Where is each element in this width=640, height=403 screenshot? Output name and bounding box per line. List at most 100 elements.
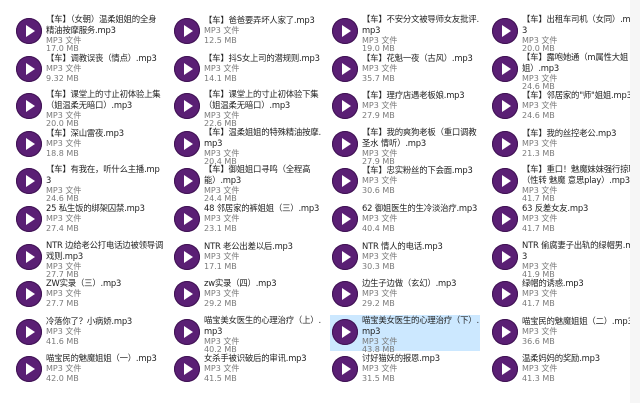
- file-type: MP3 文件: [362, 364, 398, 374]
- file-name: NTR 偷腐妻子出轨的绿帽男.mp3: [522, 239, 639, 261]
- file-type: MP3 文件: [46, 289, 82, 299]
- audio-play-icon: [174, 243, 200, 270]
- file-name: ZW实录（三）.mp3: [46, 278, 122, 289]
- file-item[interactable]: zw实录（四）.mp3 MP3 文件 29.2 MB: [172, 277, 322, 313]
- file-item[interactable]: 【车】深山雷夜.mp3 MP3 文件 18.8 MB: [14, 127, 164, 163]
- file-item[interactable]: 【车】不安分文被导师女友批评.mp3 MP3 文件 19.0 MB: [330, 14, 480, 53]
- file-item[interactable]: NTR 边给老公打电话边被领导调戏则.mp3 MP3 文件 27.7 MB: [14, 240, 164, 279]
- file-item[interactable]: 【车】出租车司机（女同）.mp3 MP3 文件 20.0 MB: [490, 14, 640, 53]
- file-item[interactable]: 【车】花魁一夜（古风）.mp3 MP3 文件 35.7 MB: [330, 52, 480, 88]
- file-item[interactable]: 【车】我的丝控老公.mp3 MP3 文件 21.3 MB: [490, 127, 640, 163]
- file-size: 35.7 MB: [362, 73, 395, 83]
- audio-play-icon: [16, 55, 42, 82]
- file-item[interactable]: 讨好猫妖的报恩.mp3 MP3 文件 31.5 MB: [330, 352, 480, 388]
- file-type: MP3 文件: [46, 364, 82, 374]
- file-item[interactable]: 绿帽的诱惑.mp3 MP3 文件 41.7 MB: [490, 277, 640, 313]
- file-item[interactable]: 【车】（女朝）温柔姐姐的全身精油按摩服务.mp3 MP3 文件 17.0 MB: [14, 14, 164, 53]
- audio-play-icon: [332, 318, 358, 345]
- audio-play-icon: [16, 281, 42, 308]
- file-item[interactable]: 【车】爸爸要弄坏人家了.mp3 MP3 文件 12.5 MB: [172, 14, 322, 50]
- audio-play-icon: [492, 55, 518, 82]
- file-item[interactable]: 【车】课堂上的寸止初体验上集（姐温柔无暗口）.mp3 MP3 文件 20.0 MB: [14, 89, 164, 128]
- file-item[interactable]: 【车】温柔姐姐的特殊精油按摩.mp3 MP3 文件 20.4 MB: [172, 127, 322, 166]
- file-item[interactable]: 喵宝民的魅魔姐姐（二）.mp3 MP3 文件 36.6 MB: [490, 315, 640, 351]
- audio-play-icon: [174, 55, 200, 82]
- audio-play-icon: [332, 243, 358, 270]
- file-type: MP3 文件: [204, 214, 240, 223]
- audio-play-icon: [16, 93, 42, 120]
- file-item[interactable]: 女杀手被识破后的审讯.mp3 MP3 文件 41.5 MB: [172, 352, 322, 388]
- file-size: 40.4 MB: [362, 224, 395, 233]
- audio-play-icon: [16, 168, 42, 195]
- file-size: 41.7 MB: [522, 299, 555, 309]
- file-item[interactable]: 62 御姐医生的生冷淡治疗.mp3 MP3 文件 40.4 MB: [330, 202, 480, 238]
- file-name: NTR 老公出差以后.mp3: [204, 240, 293, 251]
- file-item[interactable]: 边生子边做（玄幻）.mp3 MP3 文件 29.2 MB: [330, 277, 480, 313]
- file-item[interactable]: ZW实录（三）.mp3 MP3 文件 27.7 MB: [14, 277, 164, 313]
- file-size: 42.0 MB: [46, 374, 79, 384]
- file-item[interactable]: 温柔妈妈的奖励.mp3 MP3 文件 41.3 MB: [490, 352, 640, 388]
- file-item[interactable]: 冷落你了？小病娇.mp3 MP3 文件 41.6 MB: [14, 315, 164, 351]
- file-size: 41.3 MB: [522, 374, 555, 384]
- file-item[interactable]: NTR 老公出差以后.mp3 MP3 文件 17.1 MB: [172, 240, 322, 276]
- audio-play-icon: [16, 206, 42, 232]
- audio-play-icon: [174, 206, 200, 232]
- file-type: MP3 文件: [204, 251, 240, 261]
- audio-play-icon: [332, 55, 358, 82]
- file-item[interactable]: 【车】重口！魅魔妹妹强行掠取（性转 魅魔 意思play）.mp3 MP3 文件 41…: [490, 164, 640, 203]
- audio-play-icon: [16, 243, 42, 270]
- file-name: 48 邻居家的裤姐姐（三）.mp3: [204, 203, 320, 213]
- file-item[interactable]: 【车】课堂上的寸止初体验下集（姐温柔无暗口）.mp3 MP3 文件 22.6 MB: [172, 89, 322, 128]
- file-size: 31.5 MB: [362, 374, 395, 384]
- file-size: 23.1 MB: [204, 224, 237, 233]
- file-item[interactable]: 【车】理疗店遇老板娘.mp3 MP3 文件 27.9 MB: [330, 89, 480, 125]
- file-type: MP3 文件: [522, 101, 558, 111]
- audio-play-icon: [492, 206, 518, 232]
- file-item[interactable]: 48 邻居家的裤姐姐（三）.mp3 MP3 文件 23.1 MB: [172, 202, 322, 238]
- file-item[interactable]: 【车】有我在，听什么主播.mp3 MP3 文件 24.6 MB: [14, 164, 164, 203]
- file-type: MP3 文件: [204, 289, 240, 299]
- file-name: 25 私生饭的绑架囚禁.mp3: [46, 203, 145, 213]
- file-item[interactable]: 【车】露咆她通（m属性大姐姐）.mp3 MP3 文件 24.6 MB: [490, 52, 640, 91]
- file-type: MP3 文件: [522, 138, 558, 148]
- file-size: 29.2 MB: [362, 299, 395, 309]
- file-name: 【车】不安分文被导师女友批评.mp3: [362, 14, 479, 35]
- file-item[interactable]: NTR 情人的电话.mp3 MP3 文件 30.3 MB: [330, 240, 480, 276]
- file-name: 【车】出租车司机（女同）.mp3: [522, 14, 636, 35]
- file-item[interactable]: 【车】抖S女上司的潜规则.mp3 MP3 文件 14.1 MB: [172, 52, 322, 88]
- file-name: 【车】重口！魅魔妹妹强行掠取（性转 魅魔 意思play）.mp3: [522, 164, 637, 186]
- file-item[interactable]: 喵宝美女医生的心理治疗（下）.mp3 MP3 文件 43.8 MB: [330, 314, 480, 354]
- file-item[interactable]: 【车】邻居家的"师"姐姐.mp3 MP3 文件 24.6 MB: [490, 89, 640, 125]
- file-item[interactable]: 喵宝美女医生的心理治疗（上）.mp3 MP3 文件 40.2 MB: [172, 315, 322, 354]
- audio-play-icon: [174, 318, 200, 345]
- audio-play-icon: [174, 18, 200, 44]
- file-name: 喵宝民的魅魔姐姐（一）.mp3: [46, 353, 157, 364]
- file-item[interactable]: 25 私生饭的绑架囚禁.mp3 MP3 文件 27.4 MB: [14, 202, 164, 238]
- file-item[interactable]: NTR 偷腐妻子出轨的绿帽男.mp3 MP3 文件 41.9 MB: [490, 239, 640, 279]
- file-name: 【车】抖S女上司的潜规则.mp3: [204, 52, 320, 63]
- file-name: 讨好猫妖的报恩.mp3: [362, 353, 440, 364]
- file-name: 边生子边做（玄幻）.mp3: [362, 278, 457, 289]
- file-name: 喵宝民的魅魔姐姐（二）.mp3: [522, 315, 633, 326]
- file-name: 【车】深山雷夜.mp3: [46, 127, 124, 138]
- audio-play-icon: [492, 243, 518, 270]
- file-size: 24.6 MB: [522, 111, 555, 121]
- audio-play-icon: [492, 18, 518, 44]
- file-name: 【车】邻居家的"师"姐姐.mp3: [522, 90, 632, 101]
- file-item[interactable]: 63 反差女友.mp3 MP3 文件 41.7 MB: [490, 202, 640, 238]
- file-item[interactable]: 喵宝民的魅魔姐姐（一）.mp3 MP3 文件 42.0 MB: [14, 352, 164, 388]
- file-type: MP3 文件: [204, 364, 240, 374]
- file-item[interactable]: 【车】御姐姐口寻鸣（全程高能）.mp3 MP3 文件 24.4 MB: [172, 164, 322, 203]
- file-item[interactable]: 【车】我的爽狗老板（重口调教 圣水 情听）.mp3 MP3 文件 27.9 MB: [330, 127, 480, 166]
- audio-play-icon: [16, 356, 42, 383]
- audio-play-icon: [16, 130, 42, 157]
- audio-play-icon: [332, 356, 358, 383]
- file-item[interactable]: 【车】忠实粉丝的下会面.mp3 MP3 文件 30.6 MB: [330, 164, 480, 200]
- file-type: MP3 文件: [522, 364, 558, 374]
- file-size: 30.6 MB: [362, 186, 395, 196]
- file-type: MP3 文件: [522, 289, 558, 299]
- audio-play-icon: [174, 168, 200, 195]
- file-item[interactable]: 【车】调教误丧（情点）.mp3 MP3 文件 9.32 MB: [14, 52, 164, 88]
- vertical-scrollbar[interactable]: [630, 0, 640, 403]
- audio-play-icon: [492, 356, 518, 383]
